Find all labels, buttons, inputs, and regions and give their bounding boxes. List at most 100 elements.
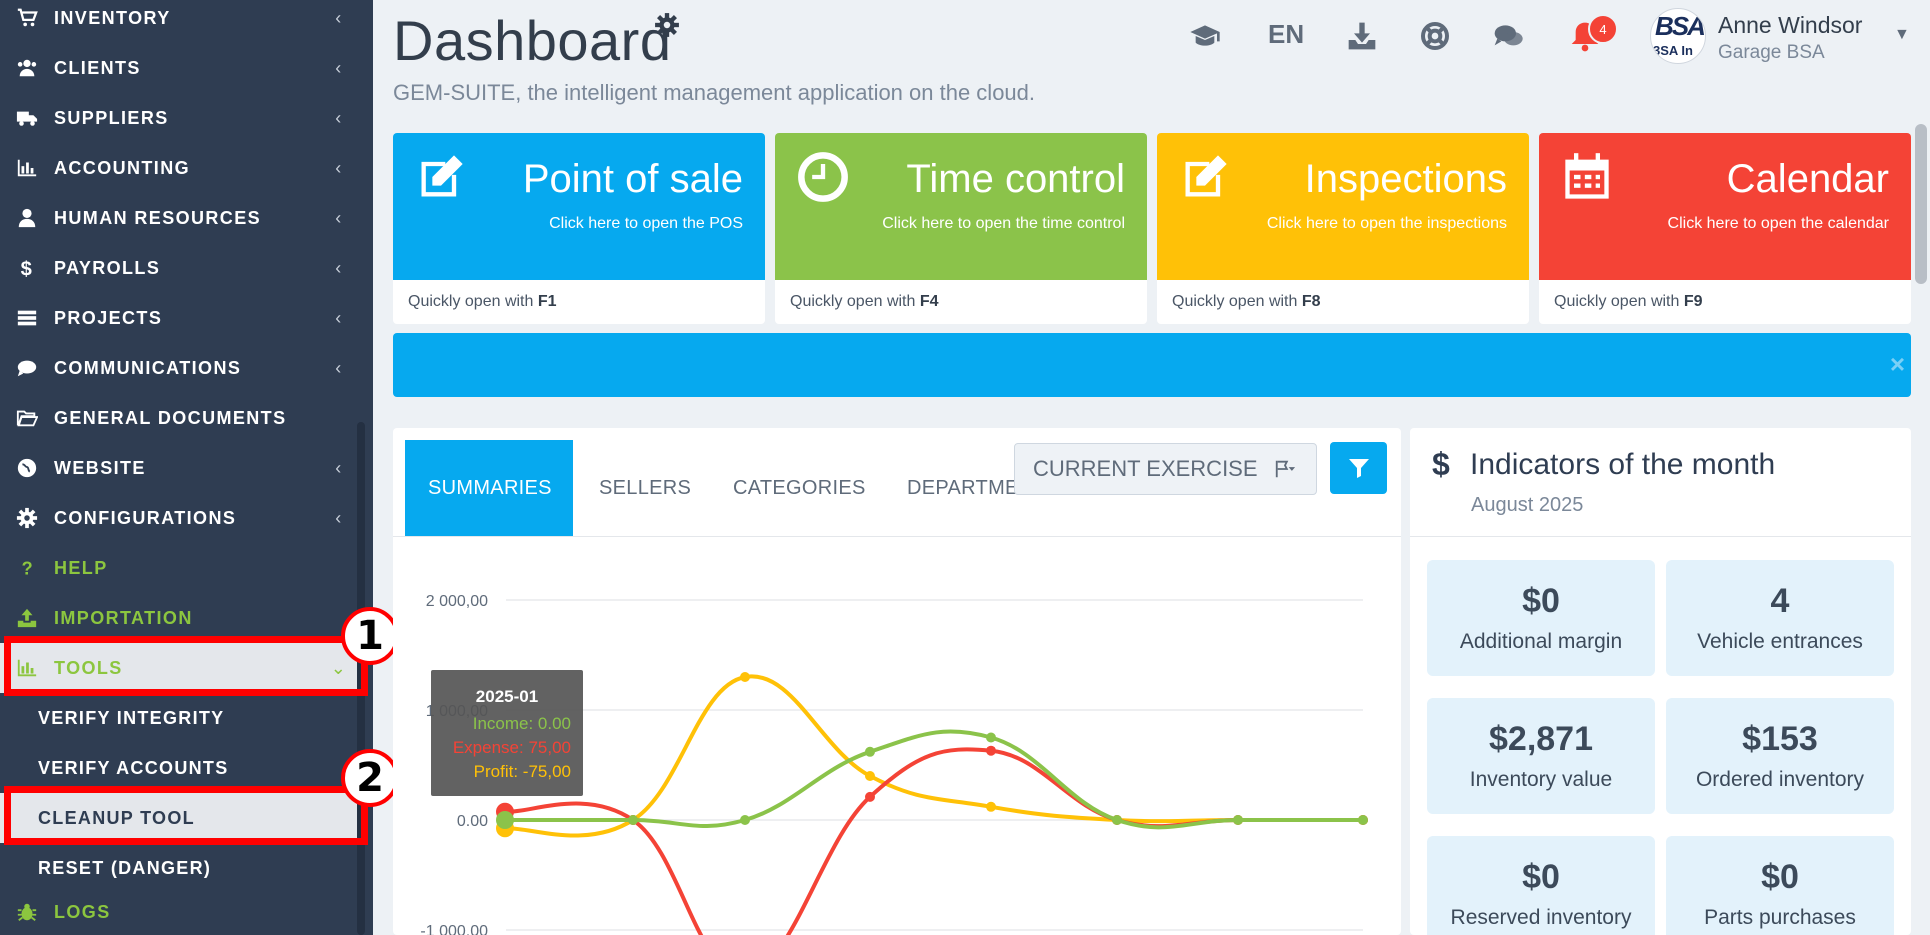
tile-title: Calendar xyxy=(1726,157,1889,201)
gear-icon[interactable] xyxy=(654,12,680,38)
stat-value: $0 xyxy=(1522,858,1560,896)
stat-label: Ordered inventory xyxy=(1695,768,1865,791)
tile-shortcut-text: Quickly open with xyxy=(1554,293,1680,310)
user-icon xyxy=(0,207,54,229)
avatar-logo-text: BSA xyxy=(1655,11,1705,41)
tile-subtitle: Click here to open the time control xyxy=(882,215,1125,232)
sidebar-item-label: CONFIGURATIONS xyxy=(54,507,237,528)
tile-header[interactable]: Inspections Click here to open the inspe… xyxy=(1157,133,1529,280)
tile-title: Point of sale xyxy=(522,157,743,201)
page-scrollbar[interactable] xyxy=(1915,124,1927,284)
user-name[interactable]: Anne Windsor xyxy=(1718,12,1862,39)
stat-additional-margin: $0 Additional margin xyxy=(1427,560,1655,676)
indicators-divider xyxy=(1410,536,1911,537)
data-point-income xyxy=(1112,815,1122,825)
sidebar-item-configurations[interactable]: CONFIGURATIONS ‹ xyxy=(0,493,357,543)
tile-shortcut: Quickly open with F4 xyxy=(790,293,939,311)
tile-subtitle: Click here to open the POS xyxy=(549,215,743,232)
sidebar-item-label: PAYROLLS xyxy=(54,257,161,278)
tile-title: Time control xyxy=(906,157,1125,201)
upload-icon xyxy=(0,607,54,629)
sidebar-item-label: INVENTORY xyxy=(54,7,171,28)
tile-time-control[interactable]: Time control Click here to open the time… xyxy=(775,133,1147,324)
sidebar-item-website[interactable]: WEBSITE ‹ xyxy=(0,443,357,493)
sidebar-item-accounting[interactable]: ACCOUNTING ‹ xyxy=(0,143,357,193)
tooltip-line: Expense: 75,00 xyxy=(453,738,571,757)
user-company: Garage BSA xyxy=(1718,42,1825,63)
dollar-icon: $ xyxy=(1432,446,1450,482)
avatar[interactable]: BSA 3SA In xyxy=(1650,8,1706,64)
stat-label: Inventory value xyxy=(1469,768,1613,791)
tile-calendar[interactable]: Calendar Click here to open the calendar… xyxy=(1539,133,1911,324)
tooltip-title: 2025-01 xyxy=(476,687,538,706)
download-icon[interactable] xyxy=(1342,16,1382,56)
tile-header[interactable]: Time control Click here to open the time… xyxy=(775,133,1147,280)
language-selector[interactable]: EN xyxy=(1268,19,1304,50)
sidebar-item-suppliers[interactable]: SUPPLIERS ‹ xyxy=(0,93,357,143)
folder-open-icon xyxy=(0,407,54,429)
sidebar-item-projects[interactable]: PROJECTS ‹ xyxy=(0,293,357,343)
stat-value: $153 xyxy=(1742,720,1818,758)
sidebar-item-communications[interactable]: COMMUNICATIONS ‹ xyxy=(0,343,357,393)
data-point-profit xyxy=(986,801,996,812)
sidebar-item-label: SUPPLIERS xyxy=(54,107,169,128)
tile-subtitle: Click here to open the calendar xyxy=(1667,215,1889,232)
svg-text:$: $ xyxy=(21,258,34,279)
users-icon xyxy=(0,57,54,79)
tile-shortcut-text: Quickly open with xyxy=(790,293,916,310)
sidebar-item-label: CLIENTS xyxy=(54,57,141,78)
chevron-left-icon: ‹ xyxy=(335,307,343,328)
line-chart: 2 000,001 000,000.00-1 000,002025-01Inco… xyxy=(420,593,1368,935)
tile-shortcut: Quickly open with F9 xyxy=(1554,293,1703,311)
gear-icon xyxy=(0,507,54,529)
bar-chart-icon xyxy=(0,157,54,179)
tile-header[interactable]: Calendar Click here to open the calendar xyxy=(1539,133,1911,280)
chevron-left-icon: ‹ xyxy=(335,107,343,128)
sidebar-item-general-documents[interactable]: GENERAL DOCUMENTS xyxy=(0,393,357,443)
tile-shortcut-key: F1 xyxy=(537,293,557,310)
comments-icon[interactable] xyxy=(1488,16,1528,56)
data-point-income xyxy=(496,811,514,829)
comments-icon xyxy=(0,357,54,379)
y-tick-label: 2 000,00 xyxy=(426,593,488,610)
tile-header[interactable]: Point of sale Click here to open the POS xyxy=(393,133,765,280)
page-subtitle: GEM-SUITE, the intelligent management ap… xyxy=(393,80,1036,105)
chevron-left-icon: ‹ xyxy=(335,7,343,28)
lifebuoy-icon[interactable] xyxy=(1415,16,1455,56)
tile-title: Inspections xyxy=(1304,157,1507,201)
stat-label: Vehicle entrances xyxy=(1697,630,1863,653)
sidebar-subitem-verify-accounts[interactable]: VERIFY ACCOUNTS xyxy=(0,743,357,793)
stat-value: $0 xyxy=(1522,582,1560,620)
graduation-cap-icon[interactable] xyxy=(1185,16,1225,56)
sidebar-item-importation[interactable]: IMPORTATION xyxy=(0,593,357,643)
chevron-left-icon: ‹ xyxy=(335,457,343,478)
tile-shortcut: Quickly open with F8 xyxy=(1172,293,1321,311)
stat-label: Parts purchases xyxy=(1704,906,1856,929)
step-2-marker: 2 xyxy=(341,749,399,807)
sidebar-item-payrolls[interactable]: $ PAYROLLS ‹ xyxy=(0,243,357,293)
y-tick-label: 0.00 xyxy=(457,813,488,830)
sidebar: INVENTORY ‹ CLIENTS ‹ SUPPLIERS ‹ ACCOUN… xyxy=(0,0,373,935)
sidebar-subitem-verify-integrity[interactable]: VERIFY INTEGRITY xyxy=(0,693,357,743)
sidebar-subitem-cleanup-tool[interactable]: CLEANUP TOOL xyxy=(0,793,357,843)
sidebar-item-clients[interactable]: CLIENTS ‹ xyxy=(0,43,357,93)
data-point-income xyxy=(1233,815,1243,825)
truck-icon xyxy=(0,107,54,129)
sidebar-item-tools[interactable]: TOOLS ⌄ xyxy=(0,643,357,693)
data-point-income xyxy=(740,815,750,825)
close-icon[interactable]: × xyxy=(1890,349,1905,380)
sidebar-subitem-reset-danger[interactable]: RESET (DANGER) xyxy=(0,843,357,893)
sidebar-item-inventory[interactable]: INVENTORY ‹ xyxy=(0,0,357,43)
sidebar-scrollbar[interactable] xyxy=(357,422,365,935)
sidebar-item-help[interactable]: ? HELP xyxy=(0,543,357,593)
sidebar-item-label: IMPORTATION xyxy=(54,607,193,628)
chevron-left-icon: ‹ xyxy=(335,257,343,278)
sidebar-item-human-resources[interactable]: HUMAN RESOURCES ‹ xyxy=(0,193,357,243)
sidebar-item-logs[interactable]: LOGS xyxy=(0,887,357,935)
tile-point-of-sale[interactable]: Point of sale Click here to open the POS… xyxy=(393,133,765,324)
data-point-income xyxy=(628,815,638,825)
tile-inspections[interactable]: Inspections Click here to open the inspe… xyxy=(1157,133,1529,324)
data-point-income xyxy=(1358,815,1368,825)
data-point-profit xyxy=(740,672,750,682)
caret-down-icon[interactable]: ▼ xyxy=(1894,26,1910,44)
